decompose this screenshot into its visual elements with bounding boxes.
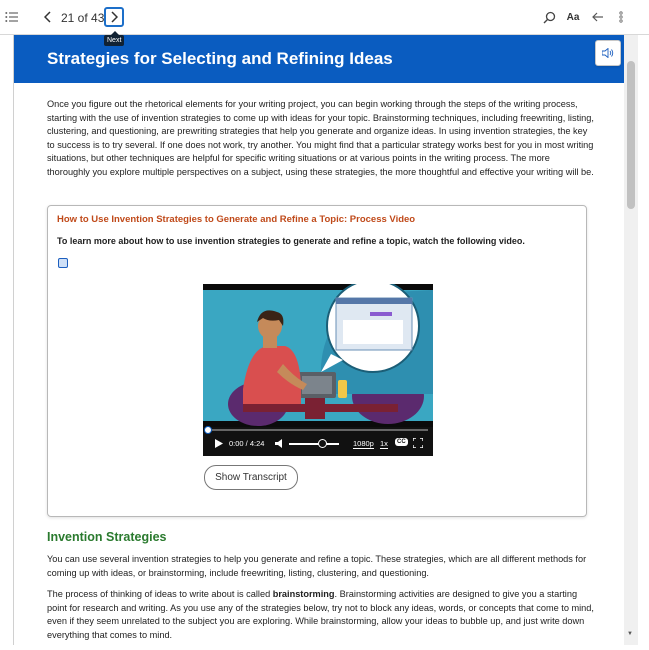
play-icon[interactable] xyxy=(215,439,223,448)
next-tooltip: Next xyxy=(104,31,125,46)
font-settings-button[interactable]: Aa xyxy=(564,9,582,25)
video-box-title: How to Use Invention Strategies to Gener… xyxy=(57,214,416,225)
previous-page-button[interactable] xyxy=(41,9,55,25)
video-feature-box: How to Use Invention Strategies to Gener… xyxy=(47,205,587,517)
page-title: Strategies for Selecting and Refining Id… xyxy=(47,49,393,68)
section-paragraph-1: You can use several invention strategies… xyxy=(47,554,587,578)
chevron-right-icon xyxy=(111,11,118,23)
vertical-scrollbar[interactable]: ▼ xyxy=(624,35,638,645)
more-options-icon[interactable] xyxy=(616,9,626,25)
video-box-instruction: To learn more about how to use invention… xyxy=(57,236,525,246)
video-progress-handle[interactable] xyxy=(204,426,212,434)
next-page-button[interactable] xyxy=(104,7,124,27)
speed-button[interactable]: 1x xyxy=(380,439,388,449)
volume-slider[interactable] xyxy=(289,443,339,445)
volume-icon[interactable] xyxy=(275,439,283,448)
document-icon[interactable] xyxy=(58,258,68,268)
search-icon[interactable] xyxy=(541,9,557,25)
video-progress-bar[interactable] xyxy=(208,429,428,431)
scrollbar-thumb[interactable] xyxy=(627,61,635,209)
video-player[interactable]: 0:00 / 4:24 1080p 1x CC xyxy=(203,284,433,456)
back-arrow-icon[interactable] xyxy=(590,9,606,25)
intro-paragraph: Once you figure out the rhetorical eleme… xyxy=(47,99,594,177)
quality-button[interactable]: 1080p xyxy=(353,439,374,449)
section-heading: Invention Strategies xyxy=(47,530,167,544)
read-aloud-button[interactable] xyxy=(595,40,621,66)
reader-toolbar: 21 of 434 Next Aa xyxy=(0,0,649,46)
video-frame-illustration xyxy=(203,284,433,427)
video-time: 0:00 / 4:24 xyxy=(229,439,265,448)
scroll-down-arrow[interactable]: ▼ xyxy=(627,631,633,637)
brainstorming-term: brainstorming xyxy=(272,589,335,599)
section-paragraph-2: The process of thinking of ideas to writ… xyxy=(47,589,594,640)
video-controls: 0:00 / 4:24 1080p 1x CC xyxy=(203,426,433,456)
content-frame: Strategies for Selecting and Refining Id… xyxy=(13,35,624,645)
fullscreen-icon[interactable] xyxy=(413,438,423,448)
volume-handle[interactable] xyxy=(317,439,327,448)
speaker-icon xyxy=(602,48,614,58)
captions-button[interactable]: CC xyxy=(395,438,408,446)
show-transcript-button[interactable]: Show Transcript xyxy=(204,465,298,490)
table-of-contents-icon[interactable] xyxy=(4,9,20,25)
